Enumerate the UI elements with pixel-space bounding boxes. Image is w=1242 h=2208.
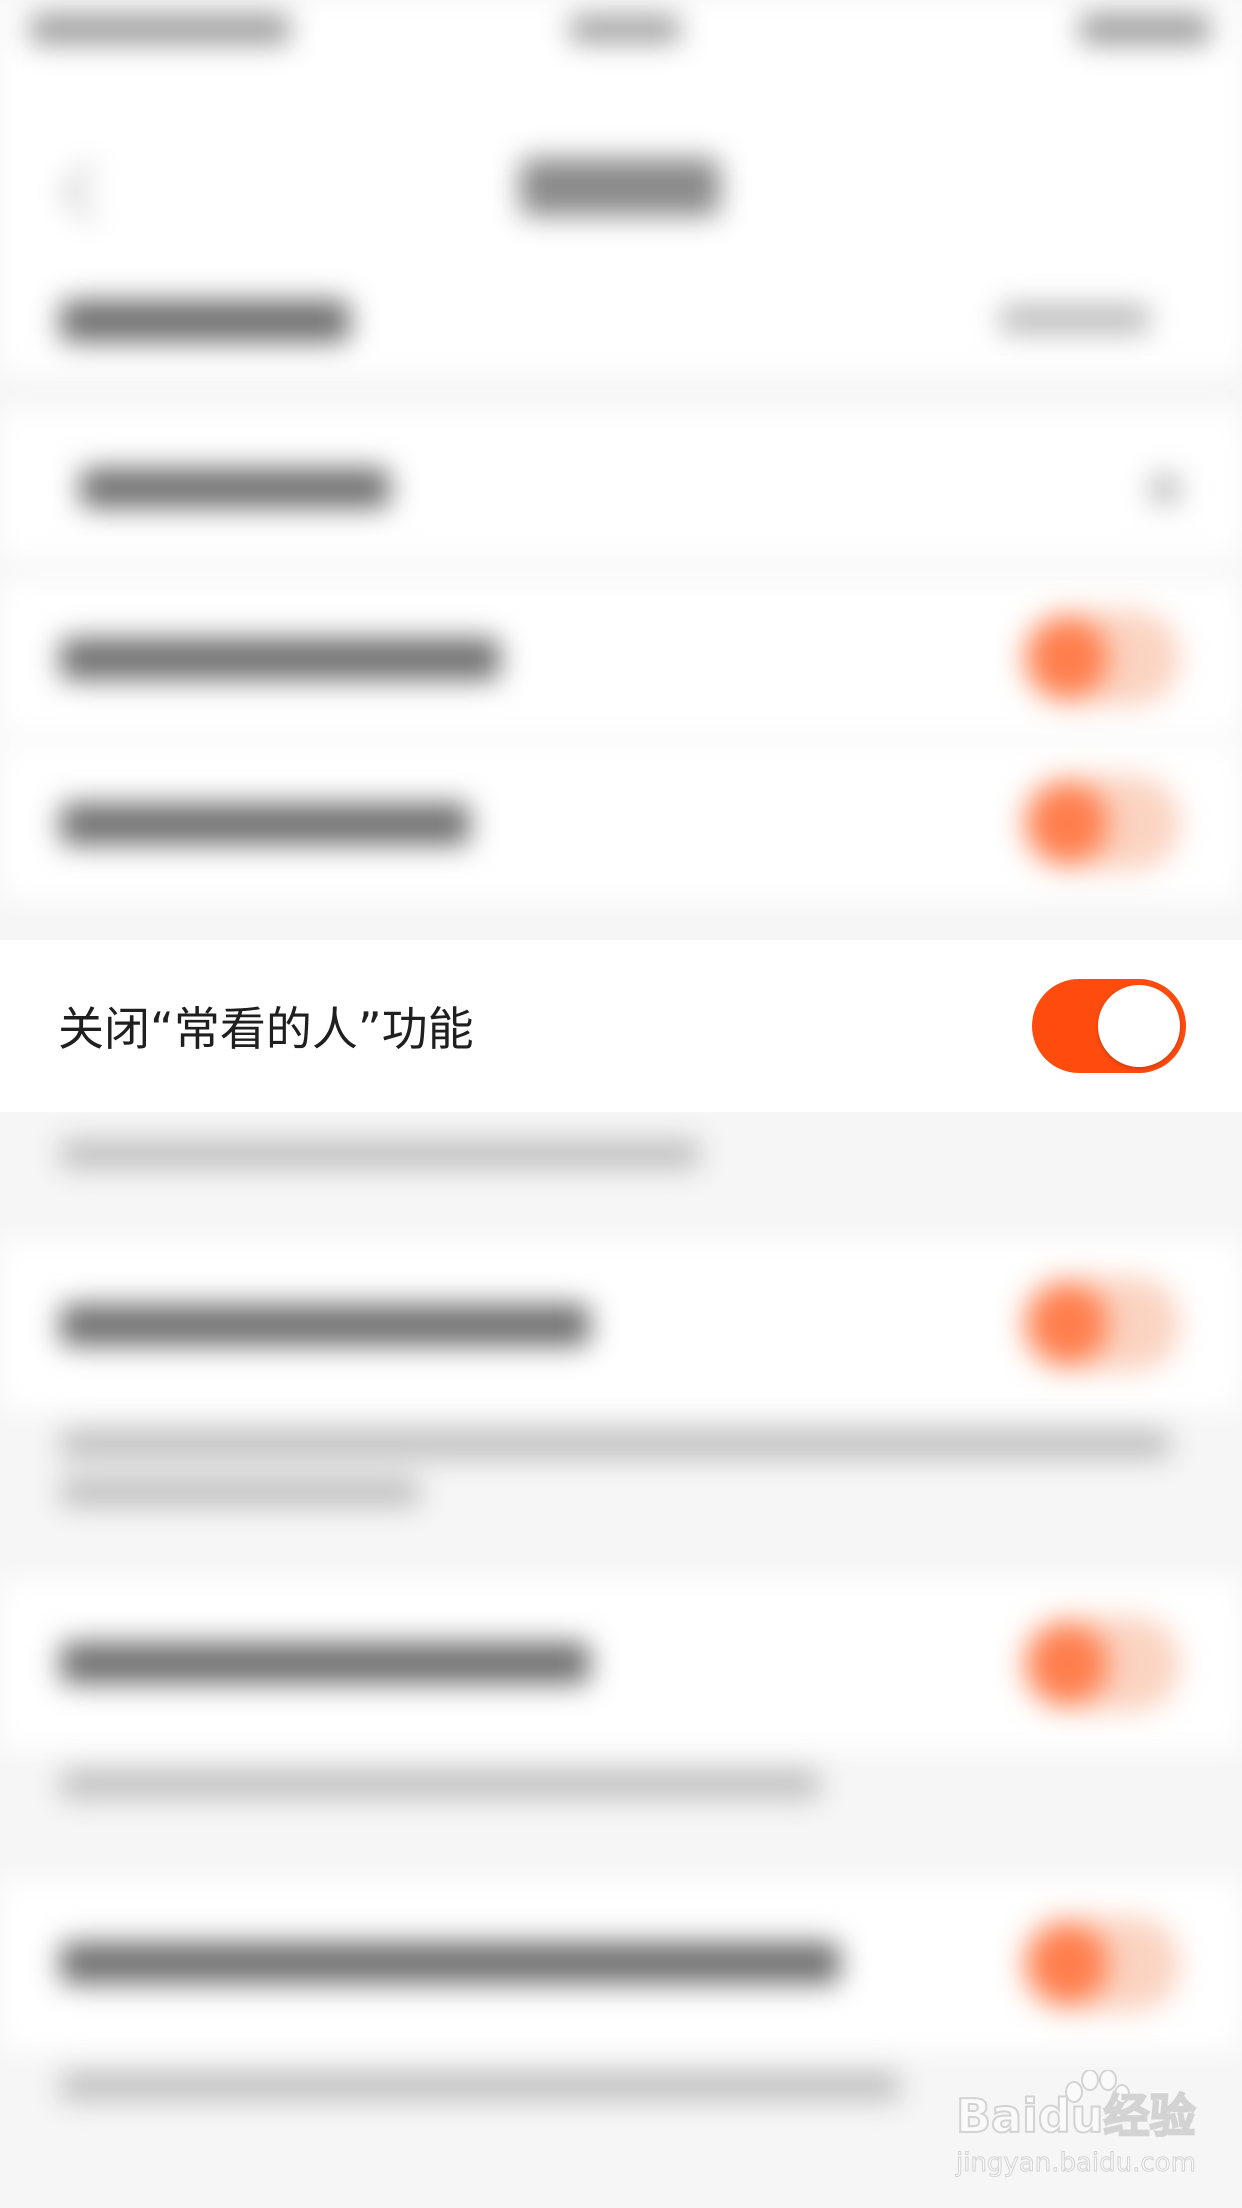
- row-label: [60, 803, 470, 845]
- setting-row-1[interactable]: [0, 260, 1242, 375]
- status-battery: [1080, 14, 1210, 44]
- status-carrier: [30, 14, 290, 44]
- setting-row-7[interactable]: [0, 1880, 1242, 2050]
- toggle-switch[interactable]: [1032, 979, 1186, 1073]
- description-text: [60, 1770, 820, 1798]
- row-label: [60, 300, 350, 342]
- setting-row-3[interactable]: [0, 580, 1242, 735]
- row-label: [80, 468, 390, 508]
- toggle-switch[interactable]: [1020, 775, 1180, 871]
- row-value: [1000, 304, 1150, 334]
- toggle-switch[interactable]: [1020, 610, 1180, 706]
- divider: [0, 735, 1242, 737]
- page-title: [520, 158, 720, 216]
- watermark-url: jingyan.baidu.com: [956, 2148, 1197, 2179]
- description-text: [60, 1478, 420, 1506]
- description-text: [60, 2072, 900, 2100]
- row-label: [60, 638, 500, 680]
- row-label: [60, 1942, 840, 1984]
- chevron-right-icon: [1150, 474, 1180, 504]
- setting-label: 关闭“常看的人”功能: [58, 1002, 474, 1056]
- setting-row-5[interactable]: [0, 1240, 1242, 1410]
- toggle-switch[interactable]: [1020, 1616, 1180, 1712]
- row-label: [60, 1304, 590, 1346]
- divider: [0, 375, 1242, 377]
- description-text: [60, 1430, 1170, 1458]
- divider: [0, 560, 1242, 562]
- baidu-jingyan-watermark: Baidu经验 jingyan.baidu.com: [950, 2070, 1200, 2190]
- toggle-switch[interactable]: [1020, 1276, 1180, 1372]
- row-label: [60, 1642, 590, 1684]
- setting-row-6[interactable]: [0, 1580, 1242, 1750]
- setting-row-2[interactable]: [0, 410, 1242, 560]
- status-bar: [0, 0, 1242, 60]
- back-arrow-icon[interactable]: [61, 163, 119, 221]
- watermark-brand: Baidu经验: [955, 2088, 1197, 2144]
- setting-row-4[interactable]: [0, 745, 1242, 900]
- toggle-knob: [1098, 985, 1180, 1067]
- status-time: [570, 16, 680, 42]
- description-text: [60, 1140, 700, 1168]
- setting-row-close-frequent-contacts[interactable]: 关闭“常看的人”功能: [0, 940, 1242, 1112]
- toggle-switch[interactable]: [1020, 1916, 1180, 2012]
- navigation-bar: [0, 60, 1242, 260]
